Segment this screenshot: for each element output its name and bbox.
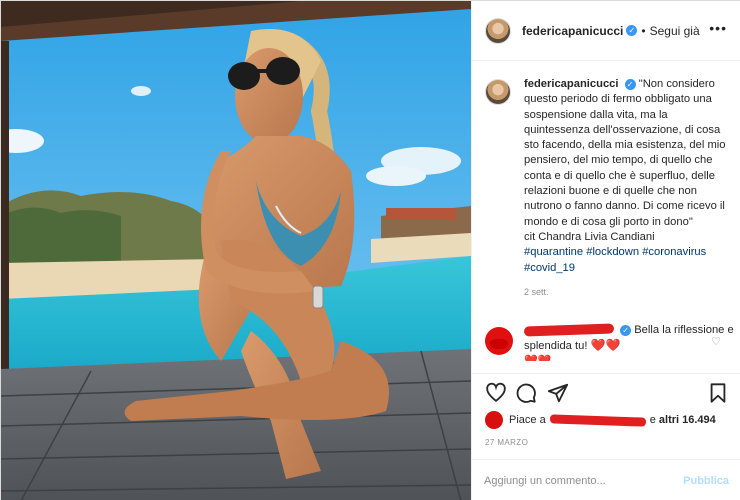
comment-item: ✓ Bella la riflessione e splendida tu! ❤…: [485, 323, 735, 361]
caption-attribution: cit Chandra Livia Candiani: [524, 230, 655, 243]
verified-badge-icon: ✓: [626, 25, 638, 36]
action-icons-row: [485, 382, 730, 404]
caption-verified-icon: ✓: [624, 78, 636, 90]
follow-status-button[interactable]: Segui già: [650, 24, 700, 38]
caption-username[interactable]: federicapanicucci: [524, 78, 619, 90]
commenter-verified-icon: ✓: [620, 324, 632, 336]
caption-author-avatar[interactable]: [485, 79, 511, 105]
caption-body: federicapanicucci ✓ "Non considero quest…: [524, 77, 735, 276]
comment-bubble-icon[interactable]: [515, 382, 537, 404]
liker-username-redacted[interactable]: [549, 413, 646, 427]
likes-summary: Piace a e altri 16.494: [485, 411, 735, 429]
like-heart-icon[interactable]: [485, 382, 507, 404]
hashtag-link[interactable]: #covid_19: [524, 262, 575, 274]
hashtag-link[interactable]: #quarantine: [524, 246, 583, 258]
photo-illustration: [1, 1, 471, 500]
comment-reactions: ❤️❤️: [524, 355, 552, 361]
commenter-avatar-redacted[interactable]: [485, 327, 513, 355]
author-avatar[interactable]: [485, 17, 511, 44]
caption-text: "Non considero questo periodo di fermo o…: [524, 78, 726, 228]
caption: federicapanicucci ✓ "Non considero quest…: [485, 77, 735, 297]
hashtag-link[interactable]: #coronavirus: [642, 246, 706, 258]
post-photo[interactable]: [1, 1, 471, 500]
more-options-icon[interactable]: •••: [709, 21, 727, 35]
likes-conjunction: e: [649, 414, 656, 426]
comment-body: ✓ Bella la riflessione e splendida tu! ❤…: [523, 323, 735, 354]
add-comment-bar: Pubblica: [472, 459, 740, 500]
liker-avatar-redacted[interactable]: [485, 411, 503, 429]
caption-timestamp[interactable]: 2 sett.: [524, 287, 735, 297]
post-side-panel: federicapanicucci ✓ • Segui già ••• fede…: [471, 1, 740, 500]
post-header: federicapanicucci ✓ • Segui già •••: [472, 1, 740, 61]
commenter-username-redacted[interactable]: [523, 323, 615, 337]
comment-like-heart-icon[interactable]: ♡: [711, 335, 721, 348]
publish-button[interactable]: Pubblica: [683, 475, 729, 487]
likes-others-link[interactable]: altri 16.494: [659, 414, 716, 426]
post-date[interactable]: 27 MARZO: [485, 438, 528, 447]
post-actions: Piace a e altri 16.494 27 MARZO Pubblica: [472, 373, 740, 500]
post-frame: federicapanicucci ✓ • Segui già ••• fede…: [0, 0, 740, 500]
comment-hearts: ❤️❤️: [590, 338, 621, 352]
author-username[interactable]: federicapanicucci: [522, 24, 623, 38]
separator-dot: •: [641, 23, 646, 38]
hashtag-link[interactable]: #lockdown: [586, 246, 639, 258]
add-comment-input[interactable]: [484, 472, 674, 490]
likes-prefix: Piace a: [509, 414, 546, 426]
share-paper-plane-icon[interactable]: [547, 382, 569, 404]
save-bookmark-icon[interactable]: [707, 382, 729, 404]
